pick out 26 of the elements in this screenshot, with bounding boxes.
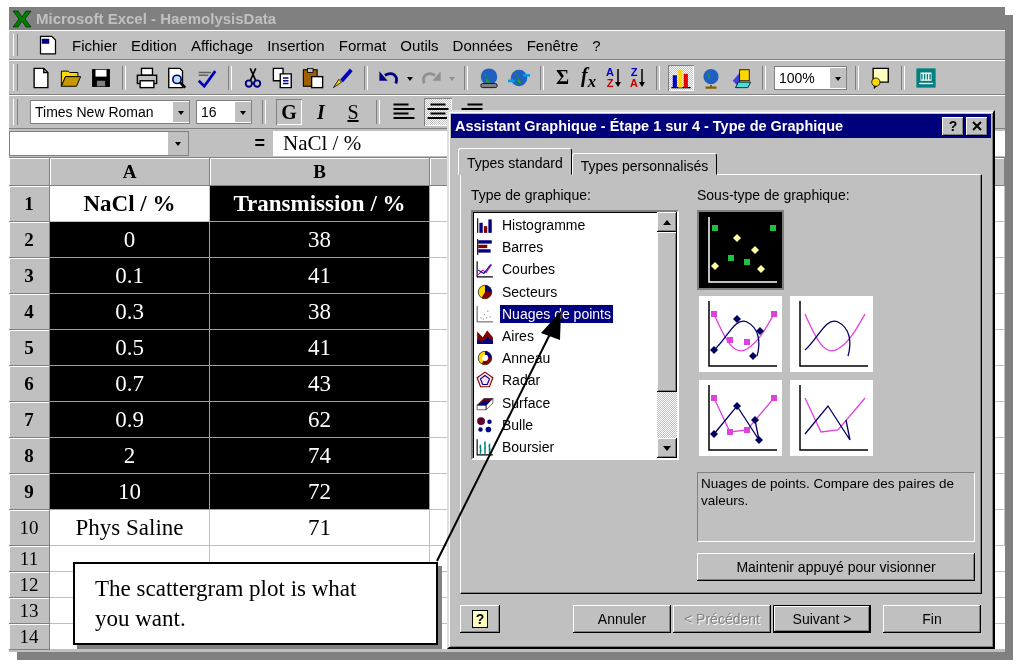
table-cell: 74 [210,438,430,474]
table-cell: 2 [50,438,210,474]
table-cell: 0.3 [50,294,210,330]
table-cell: Transmission / % [210,186,430,222]
table-cell: 0 [50,222,210,258]
table-cell: 38 [210,222,430,258]
table-cell: Phys Saline [50,510,210,546]
field-label: Sous-type de graphique: [697,187,851,205]
window-title: Microsoft Excel - HaemolysisData [36,10,277,27]
table-cell: 0.7 [50,366,210,402]
table-cell: 0.9 [50,402,210,438]
table-cell: 71 [210,510,430,546]
table-cell: 72 [210,474,430,510]
table-cell: 62 [210,402,430,438]
table-cell: 43 [210,366,430,402]
table-cell: 10 [50,474,210,510]
table-cell: 0.1 [50,258,210,294]
callout-text: The scattergram plot is what you want. [95,575,358,633]
table-cell: 41 [210,330,430,366]
table-cell: 38 [210,294,430,330]
dialog-button: < Précédent [673,605,771,633]
table-cell: 0.5 [50,330,210,366]
description-box: Nuages de points. Compare des paires de valeurs. [697,472,975,542]
dialog-title: Assistant Graphique - Étape 1 sur 4 - Type de Graphique [455,118,844,134]
field-label: Type de graphique: [471,187,592,205]
table-cell: 41 [210,258,430,294]
